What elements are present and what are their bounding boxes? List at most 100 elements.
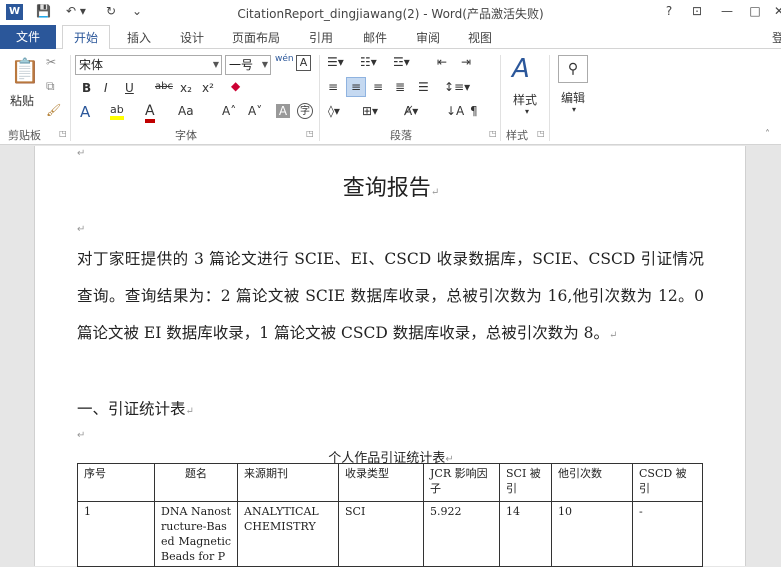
document-page[interactable]: ↵ 查询报告↵ ↵ 对丁家旺提供的 3 篇论文进行 SCIE、EI、CSCD 收… [34,146,746,567]
editing-dropdown-icon[interactable]: ▾ [572,105,576,114]
close-button[interactable]: ✕ [770,3,781,19]
font-name-value: 宋体 [79,58,104,72]
table-cell: 10 [551,501,633,567]
shading-icon[interactable]: ◊▾ [328,104,340,118]
superscript-button[interactable]: x² [202,81,214,95]
justify-icon[interactable]: ≣ [395,80,405,94]
font-name-select[interactable]: 宋体 ▼ [75,55,222,75]
paragraph-group-label: 段落 [390,129,412,142]
tab-layout[interactable]: 页面布局 [232,29,280,46]
header-cell: 序号 [77,463,155,502]
header-cell: JCR 影响因子 [423,463,500,502]
table-cell: - [632,501,703,567]
bold-button[interactable]: B [82,81,91,95]
editing-button[interactable]: 编辑 [561,89,585,106]
char-border-button[interactable]: A [296,55,311,71]
table-header-row: 序号 题名 来源期刊 收录类型 JCR 影响因子 SCI 被引 他引次数 CSC… [77,463,703,502]
table-cell: 5.922 [423,501,500,567]
subscript-button[interactable]: x₂ [180,81,192,95]
table-cell: 1 [77,501,155,567]
restore-button[interactable]: □ [746,3,764,19]
summary-paragraph: 对丁家旺提供的 3 篇论文进行 SCIE、EI、CSCD 收录数据库，SCIE、… [77,250,704,342]
header-cell: 收录类型 [338,463,424,502]
tab-view[interactable]: 视图 [468,29,492,46]
tab-mailings[interactable]: 邮件 [363,29,387,46]
table-row: 1 DNA Nanostructure-Based Magnetic Beads… [77,501,703,567]
paragraph-mark: ↵ [77,430,86,441]
align-center-icon[interactable]: ≡ [346,77,366,97]
table-cell: DNA Nanostructure-Based Magnetic Beads f… [154,501,238,567]
strikethrough-button[interactable]: abc [155,81,173,92]
sort-icon[interactable]: ↓A [446,104,464,118]
text-effects-icon[interactable]: A [80,103,90,121]
header-cell: SCI 被引 [499,463,552,502]
header-cell: 题名 [154,463,238,502]
bullets-icon[interactable]: ☰▾ [327,55,344,69]
shrink-font-button[interactable]: A˅ [248,104,262,118]
distribute-icon[interactable]: ☰ [418,80,429,94]
decrease-indent-icon[interactable]: ⇤ [437,55,447,69]
clipboard-group-label: 剪贴板 [8,129,41,142]
styles-launcher-icon[interactable]: ◳ [537,129,545,138]
grow-font-button[interactable]: A˄ [222,104,236,118]
highlight-icon[interactable]: ab [110,103,124,120]
sign-in-link[interactable]: 登 [772,29,781,46]
font-group-label: 字体 [175,129,197,142]
tab-review[interactable]: 审阅 [416,29,440,46]
char-shading-icon[interactable]: A [276,104,290,118]
ribbon-tabs: 文件 开始 插入 设计 页面布局 引用 邮件 审阅 视图 登 [0,25,781,50]
clear-formatting-icon[interactable]: ◆ [231,79,240,93]
tab-design[interactable]: 设计 [180,29,204,46]
help-button[interactable]: ? [660,3,678,19]
find-binoculars-icon[interactable]: ⚲ [558,55,588,83]
title-bar: W 💾 ↶ ▾ ↻ ⌄ CitationReport_dingjiawang(2… [0,0,781,25]
borders-icon[interactable]: ⊞▾ [362,104,378,118]
cut-icon[interactable]: ✂ [46,55,56,69]
styles-dropdown-icon[interactable]: ▾ [525,107,529,116]
clipboard-launcher-icon[interactable]: ◳ [59,129,67,138]
styles-group-label: 样式 [506,129,528,142]
align-right-icon[interactable]: ≡ [373,80,383,94]
format-painter-icon[interactable]: 🖌 [46,103,61,117]
paste-icon[interactable]: 📋 [10,57,40,85]
font-size-select[interactable]: 一号 ▼ [225,55,271,75]
document-heading: 查询报告↵ [342,176,440,201]
paragraph-launcher-icon[interactable]: ◳ [489,129,497,138]
align-left-icon[interactable]: ≡ [328,80,338,94]
paste-button[interactable]: 粘贴 [10,92,34,109]
font-launcher-icon[interactable]: ◳ [306,129,314,138]
numbering-icon[interactable]: ☷▾ [360,55,377,69]
phonetic-guide-button[interactable]: wén [275,54,294,64]
increase-indent-icon[interactable]: ⇥ [461,55,471,69]
chinese-layout-icon[interactable]: Ⱥ▾ [404,104,418,118]
document-area: ↵ 查询报告↵ ↵ 对丁家旺提供的 3 篇论文进行 SCIE、EI、CSCD 收… [0,146,781,567]
tab-file[interactable]: 文件 [0,25,56,49]
tab-references[interactable]: 引用 [309,29,333,46]
section-heading: 一、引证统计表↵ [77,400,194,418]
italic-button[interactable]: I [104,81,108,95]
font-color-icon[interactable]: A [145,103,155,123]
table-cell: ANALYTICAL CHEMISTRY [237,501,339,567]
header-cell: 他引次数 [551,463,633,502]
collapse-ribbon-icon[interactable]: ˄ [765,129,770,140]
header-cell: CSCD 被引 [632,463,703,502]
show-marks-icon[interactable]: ¶ [470,104,478,118]
styles-icon[interactable]: A [512,54,530,84]
paragraph-mark: ↵ [77,148,86,159]
paragraph-mark: ↵ [77,224,86,235]
table-cell: SCI [338,501,424,567]
header-cell: 来源期刊 [237,463,339,502]
change-case-button[interactable]: Aa [178,104,194,118]
enclose-char-icon[interactable]: 字 [297,103,313,119]
underline-button[interactable]: U [125,81,134,95]
minimize-button[interactable]: — [718,3,736,19]
copy-icon[interactable]: ⧉ [46,79,55,94]
tab-home[interactable]: 开始 [62,25,110,50]
font-size-value: 一号 [229,58,254,72]
styles-button[interactable]: 样式 [513,91,537,108]
ribbon-display-icon[interactable]: ⊡ [688,3,706,19]
tab-insert[interactable]: 插入 [127,29,151,46]
line-spacing-icon[interactable]: ↕≡▾ [444,80,470,94]
multilevel-list-icon[interactable]: ☲▾ [393,55,410,69]
table-cell: 14 [499,501,552,567]
